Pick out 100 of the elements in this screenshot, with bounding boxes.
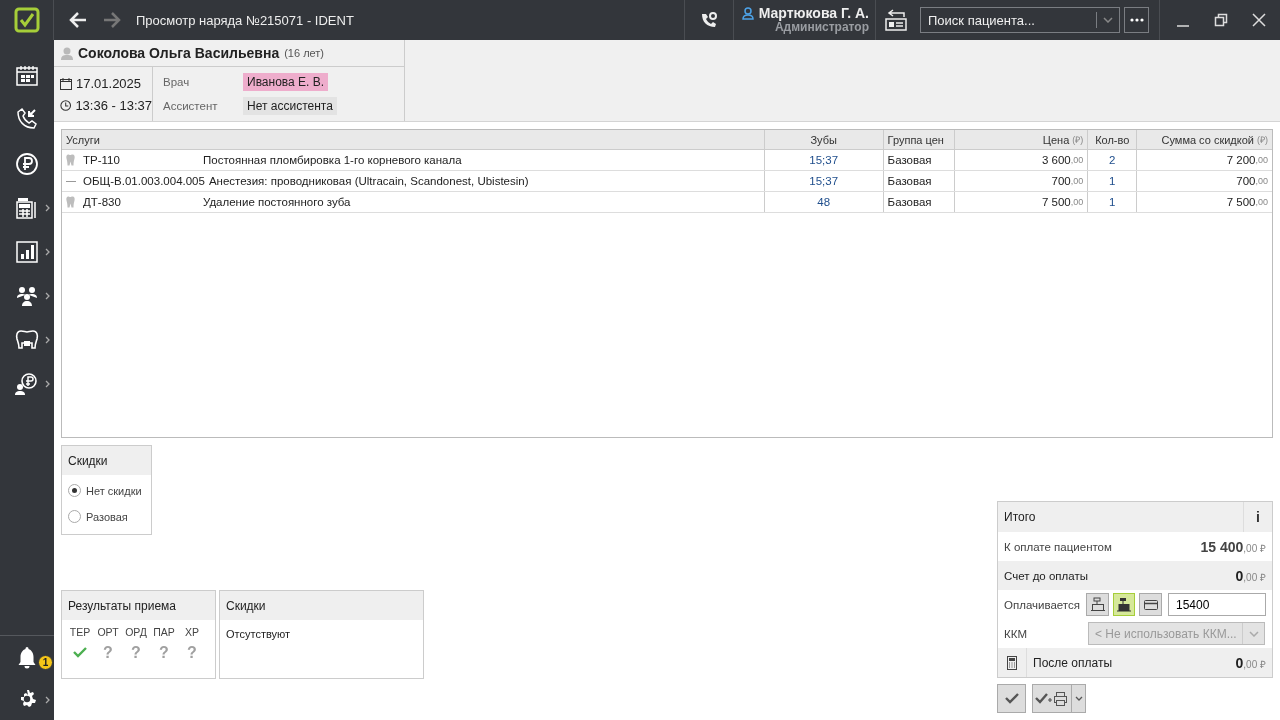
- question-mark: ?: [159, 643, 169, 662]
- column-header[interactable]: Цена (₽): [954, 130, 1089, 149]
- column-header[interactable]: Услуги: [62, 130, 765, 149]
- check-icon: [1004, 693, 1019, 704]
- price-group-cell: Базовая: [883, 171, 955, 191]
- amount-label: Счет до оплаты: [1004, 569, 1088, 582]
- price-cell: 3 600,00: [954, 150, 1089, 170]
- quantity-cell: 1: [1088, 171, 1138, 191]
- amount-label: К оплате пациентом: [1004, 540, 1112, 553]
- tooth-icon: [66, 196, 76, 208]
- notification-badge: 1: [38, 655, 53, 670]
- price-cell: 7 500,00: [954, 192, 1089, 212]
- column-header[interactable]: Сумма со скидкой (₽): [1137, 130, 1272, 149]
- teeth-cell: 48: [764, 192, 884, 212]
- amount-value: 15 400,00 ₽: [1200, 538, 1266, 555]
- discounts-text: Отсутствуют: [225, 627, 292, 642]
- column-header[interactable]: Кол-во: [1088, 130, 1138, 149]
- staff-name: Иванова Е. В.: [243, 73, 329, 91]
- person-icon: [61, 46, 73, 60]
- staff-name: Нет ассистента: [243, 97, 337, 115]
- price-group-cell: Базовая: [883, 192, 955, 212]
- chevron-right-icon: [45, 204, 50, 212]
- chevron-right-icon: [45, 380, 50, 388]
- user-name: Мартюкова Г. А.: [758, 6, 869, 20]
- field-label: Оплачивается: [1004, 598, 1081, 611]
- calendar-icon[interactable]: [14, 63, 40, 89]
- amount-value: 0,00 ₽: [1235, 654, 1266, 671]
- payment-method-button[interactable]: [1112, 593, 1136, 616]
- result-label: ПАР: [152, 626, 176, 638]
- amount-input[interactable]: 15400: [1168, 593, 1266, 616]
- result-label: ТЕР: [68, 626, 92, 638]
- field-label: ККМ: [1004, 627, 1028, 640]
- clock-icon: [60, 98, 72, 112]
- logo-icon[interactable]: [13, 7, 40, 33]
- patient-name: Соколова Ольга Васильевна: [78, 45, 280, 61]
- question-mark: ?: [187, 643, 197, 662]
- result-label: ОРД: [124, 626, 148, 638]
- service-code: ОБЩ-В.01.003.004.005: [83, 175, 205, 187]
- column-header[interactable]: Зубы: [764, 130, 884, 149]
- staff-role-label: Врач: [163, 76, 191, 88]
- column-header[interactable]: Группа цен: [883, 130, 955, 149]
- chevron-down-icon: [1248, 630, 1259, 637]
- sum-cell-text: 7 200,00: [1225, 153, 1269, 168]
- panel-title: Скидки: [220, 591, 423, 620]
- tooth-icon: [66, 154, 76, 166]
- amount-label: После оплаты: [1033, 655, 1112, 670]
- cash-register-icon: [1116, 596, 1133, 613]
- calculator-icon: [1007, 655, 1017, 670]
- service-name: Анестезия: проводниковая (Ultracain, Scandonest, Ubistesin): [208, 175, 529, 187]
- visit-time: 13:36 - 13:37: [75, 97, 152, 113]
- chevron-right-icon: [45, 292, 50, 300]
- question-mark: ?: [103, 643, 113, 662]
- result-label: ХР: [184, 626, 200, 638]
- sum-cell-text: 7 500,00: [1225, 195, 1269, 210]
- staff-role-label: Ассистент: [163, 100, 219, 112]
- chevron-right-icon: [45, 696, 50, 704]
- service-code: ТР-110: [83, 154, 121, 166]
- patient-age: (16 лет): [284, 47, 324, 59]
- sum-cell-text: 700,00: [1235, 174, 1269, 189]
- service-name: Постоянная пломбировка 1-го корневого канала: [203, 154, 462, 166]
- payment-method-button[interactable]: [1139, 593, 1162, 616]
- ruble-person-icon[interactable]: [14, 371, 40, 397]
- cash-register-icon: [1089, 596, 1106, 613]
- service-code: ДТ-830: [83, 196, 122, 208]
- service-name: Удаление постоянного зуба: [203, 196, 351, 208]
- back-arrow-icon[interactable]: [68, 10, 88, 30]
- chevron-down-icon: [1074, 696, 1083, 701]
- chevron-right-icon: [45, 336, 50, 344]
- save-print-button[interactable]: [1032, 684, 1072, 713]
- window-title: Просмотр наряда №215071 - IDENT: [136, 12, 354, 28]
- panel-title: Скидки: [62, 446, 151, 475]
- bar-chart-icon[interactable]: [14, 239, 40, 265]
- id-card-icon[interactable]: [884, 8, 908, 32]
- teeth-cell: 15;37: [764, 150, 884, 170]
- more-icon: [1129, 18, 1144, 22]
- chevron-right-icon: [45, 248, 50, 256]
- price-cell: 700,00: [954, 171, 1089, 191]
- question-mark: ?: [131, 643, 141, 662]
- radio-option[interactable]: Нет скидки: [68, 484, 151, 497]
- close-icon[interactable]: [1252, 13, 1266, 27]
- calendar-icon: [60, 76, 72, 90]
- check-icon: [73, 647, 87, 658]
- result-label: ОРТ: [96, 626, 120, 638]
- save-button[interactable]: [997, 684, 1026, 713]
- more-button[interactable]: [1124, 7, 1149, 33]
- teeth-cell: 15;37: [764, 171, 884, 191]
- panel-title: Результаты приема: [62, 591, 215, 620]
- check-plus-printer-icon: [1035, 691, 1069, 706]
- visit-date: 17.01.2025: [76, 75, 142, 91]
- price-group-cell: Базовая: [883, 150, 955, 170]
- payment-method-button[interactable]: [1086, 593, 1109, 616]
- restore-icon[interactable]: [1214, 13, 1228, 27]
- radio-option[interactable]: Разовая: [68, 510, 151, 523]
- quantity-cell: 1: [1088, 192, 1138, 212]
- user-icon: [741, 6, 754, 20]
- panel-title: Итого: [1004, 510, 1036, 524]
- ruble-coin-icon[interactable]: [14, 151, 40, 177]
- quantity-cell: 2: [1088, 150, 1138, 170]
- amount-value: 0,00 ₽: [1235, 567, 1266, 584]
- user-role: Администратор: [774, 20, 869, 34]
